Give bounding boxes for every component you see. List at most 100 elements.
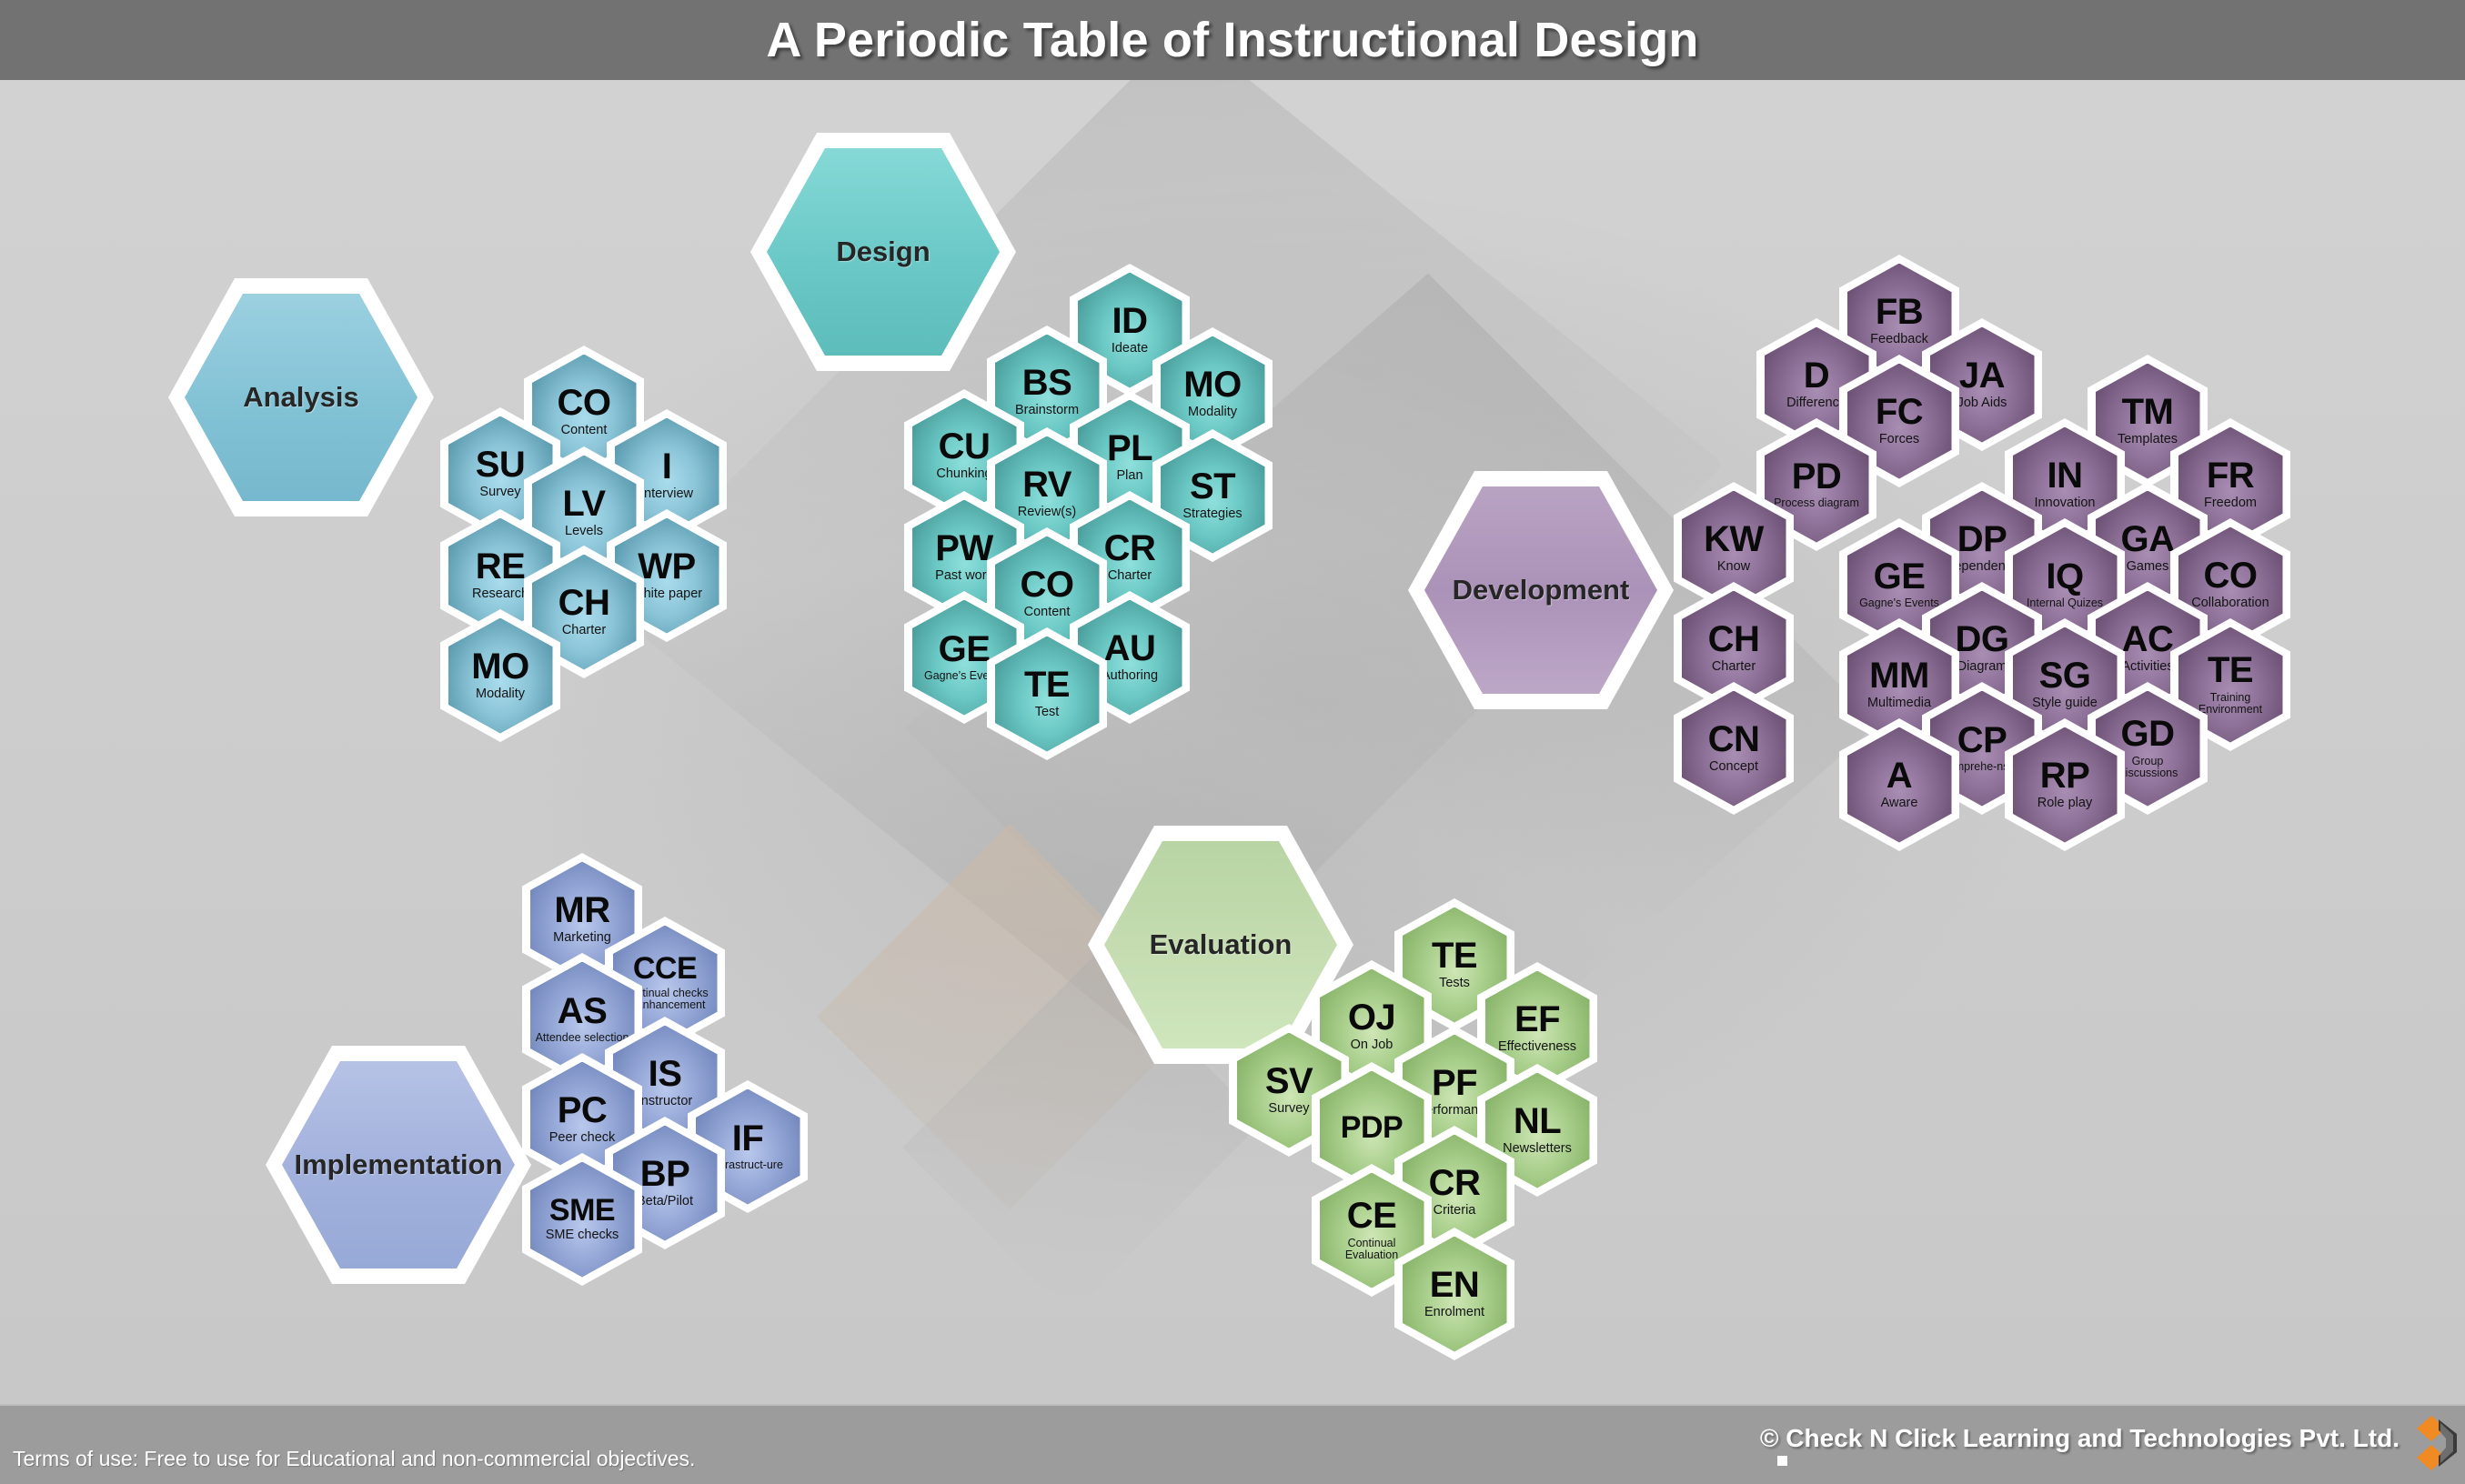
element-symbol: AU	[1103, 628, 1156, 669]
copyright-notice: © Check N Click Learning and Technologie…	[1759, 1424, 2400, 1452]
element-symbol: A	[1886, 756, 1913, 797]
element-symbol: TE	[1431, 936, 1478, 977]
element-symbol: RV	[1022, 465, 1072, 506]
element-name: Role play	[2037, 796, 2093, 811]
element-symbol: NL	[1513, 1101, 1562, 1142]
element-symbol: SV	[1264, 1061, 1313, 1102]
element-symbol: TE	[1023, 665, 1071, 706]
element-symbol: IF	[731, 1118, 764, 1159]
element-symbol: KW	[1704, 519, 1764, 560]
element-symbol: PD	[1791, 456, 1842, 497]
element-name: Test	[1034, 705, 1060, 720]
element-name: Collaboration	[2191, 596, 2269, 611]
element-name: Authoring	[1101, 668, 1159, 684]
element-symbol: CP	[1957, 720, 2007, 761]
element-name: Review(s)	[1017, 505, 1077, 520]
element-symbol: RE	[475, 546, 526, 587]
element-name: Chunking	[936, 466, 992, 482]
element-symbol: MO	[471, 647, 529, 687]
element-symbol: FC	[1875, 392, 1924, 433]
element-symbol: AC	[2121, 619, 2174, 660]
element-name: Diagram	[1957, 659, 2007, 675]
element-name: Interview	[639, 486, 694, 502]
check-n-click-logo	[2417, 1416, 2457, 1470]
element-symbol: MM	[1869, 656, 1929, 697]
element-symbol: BS	[1021, 363, 1072, 404]
element-name: Marketing	[553, 930, 611, 946]
element-symbol: MR	[554, 890, 610, 931]
element-symbol: I	[661, 446, 672, 487]
element-name: Survey	[1268, 1101, 1310, 1117]
element-symbol: BP	[639, 1154, 690, 1195]
footer-bar: Terms of use: Free to use for Educationa…	[0, 1404, 2465, 1484]
element-symbol: RP	[2039, 756, 2090, 797]
element-name: Peer check	[548, 1130, 616, 1146]
element-name: Plan	[1116, 468, 1143, 484]
hub-hexagon-development[interactable]: Development	[1408, 471, 1674, 709]
element-name: SME checks	[545, 1228, 619, 1243]
element-symbol: IQ	[2046, 556, 2084, 597]
element-name: Games	[2126, 559, 2169, 575]
element-symbol: CH	[558, 583, 610, 624]
element-face: RP Role play	[2012, 727, 2118, 843]
element-name: Research	[471, 587, 529, 602]
element-symbol: DP	[1957, 519, 2007, 560]
page-title: A Periodic Table of Instructional Design	[766, 13, 1699, 67]
element-symbol: CN	[1707, 719, 1760, 760]
hub-hexagon-design[interactable]: Design	[750, 133, 1016, 371]
element-symbol: EN	[1429, 1265, 1480, 1306]
element-name: Instructor	[637, 1094, 693, 1109]
element-name: Know	[1716, 559, 1751, 575]
element-name: Ideate	[1111, 341, 1149, 356]
element-symbol: SG	[2038, 656, 2091, 697]
element-hex-development-cn[interactable]: CN Concept	[1674, 682, 1794, 815]
element-symbol: GD	[2120, 714, 2176, 755]
element-name: Aware	[1880, 796, 1918, 811]
element-name: Strategies	[1182, 506, 1243, 522]
element-name: On Job	[1350, 1038, 1393, 1053]
element-symbol: AS	[557, 991, 608, 1032]
element-symbol: SME	[548, 1193, 616, 1228]
element-name: Charter	[1107, 568, 1152, 584]
element-symbol: PL	[1106, 428, 1153, 469]
element-symbol: FB	[1875, 292, 1924, 333]
element-name: Templates	[2117, 432, 2178, 447]
element-symbol: D	[1803, 356, 1830, 396]
element-symbol: TM	[2121, 392, 2174, 433]
element-name: Gagne's Events	[1859, 597, 1939, 610]
element-name: Internal Quizes	[2026, 597, 2104, 610]
element-name: Tests	[1439, 976, 1470, 991]
hub-hexagon-implementation[interactable]: Implementation	[266, 1046, 531, 1284]
element-name: Forces	[1878, 432, 1920, 447]
element-symbol: SU	[475, 445, 526, 486]
element-symbol: CO	[2203, 556, 2259, 597]
element-name: Past work	[935, 568, 993, 584]
element-symbol: IS	[648, 1054, 682, 1095]
element-symbol: CE	[1346, 1196, 1397, 1237]
terms-of-use: Terms of use: Free to use for Educationa…	[13, 1447, 696, 1470]
element-symbol: MO	[1183, 365, 1242, 406]
element-name: Charter	[1711, 659, 1756, 675]
element-symbol: PW	[935, 528, 993, 569]
periodic-table-canvas: Analysis Design Development Implementation E…	[0, 80, 2465, 1404]
element-name: Survey	[479, 485, 521, 500]
element-face: MO Modality	[448, 617, 553, 734]
element-name: Multimedia	[1866, 696, 1932, 711]
element-name: Concept	[1708, 759, 1758, 775]
element-symbol: PDP	[1340, 1110, 1404, 1146]
element-name: Newsletters	[1503, 1141, 1572, 1157]
element-name: Style guide	[2032, 696, 2098, 711]
element-name: Freedom	[2203, 496, 2258, 511]
element-symbol: DG	[1955, 619, 2010, 660]
element-name: Activities	[2121, 659, 2174, 675]
footer-marker	[1777, 1456, 1787, 1466]
hub-label: Development	[1452, 574, 1630, 606]
element-symbol: TE	[2207, 650, 2254, 691]
hub-face: Analysis	[185, 294, 418, 501]
element-name: Process diagram	[1774, 496, 1859, 510]
element-symbol: CCE	[632, 951, 698, 987]
hub-label: Analysis	[243, 381, 359, 413]
element-name: Criteria	[1433, 1203, 1476, 1218]
element-name: Innovation	[2034, 496, 2096, 511]
hub-hexagon-analysis[interactable]: Analysis	[168, 278, 434, 516]
